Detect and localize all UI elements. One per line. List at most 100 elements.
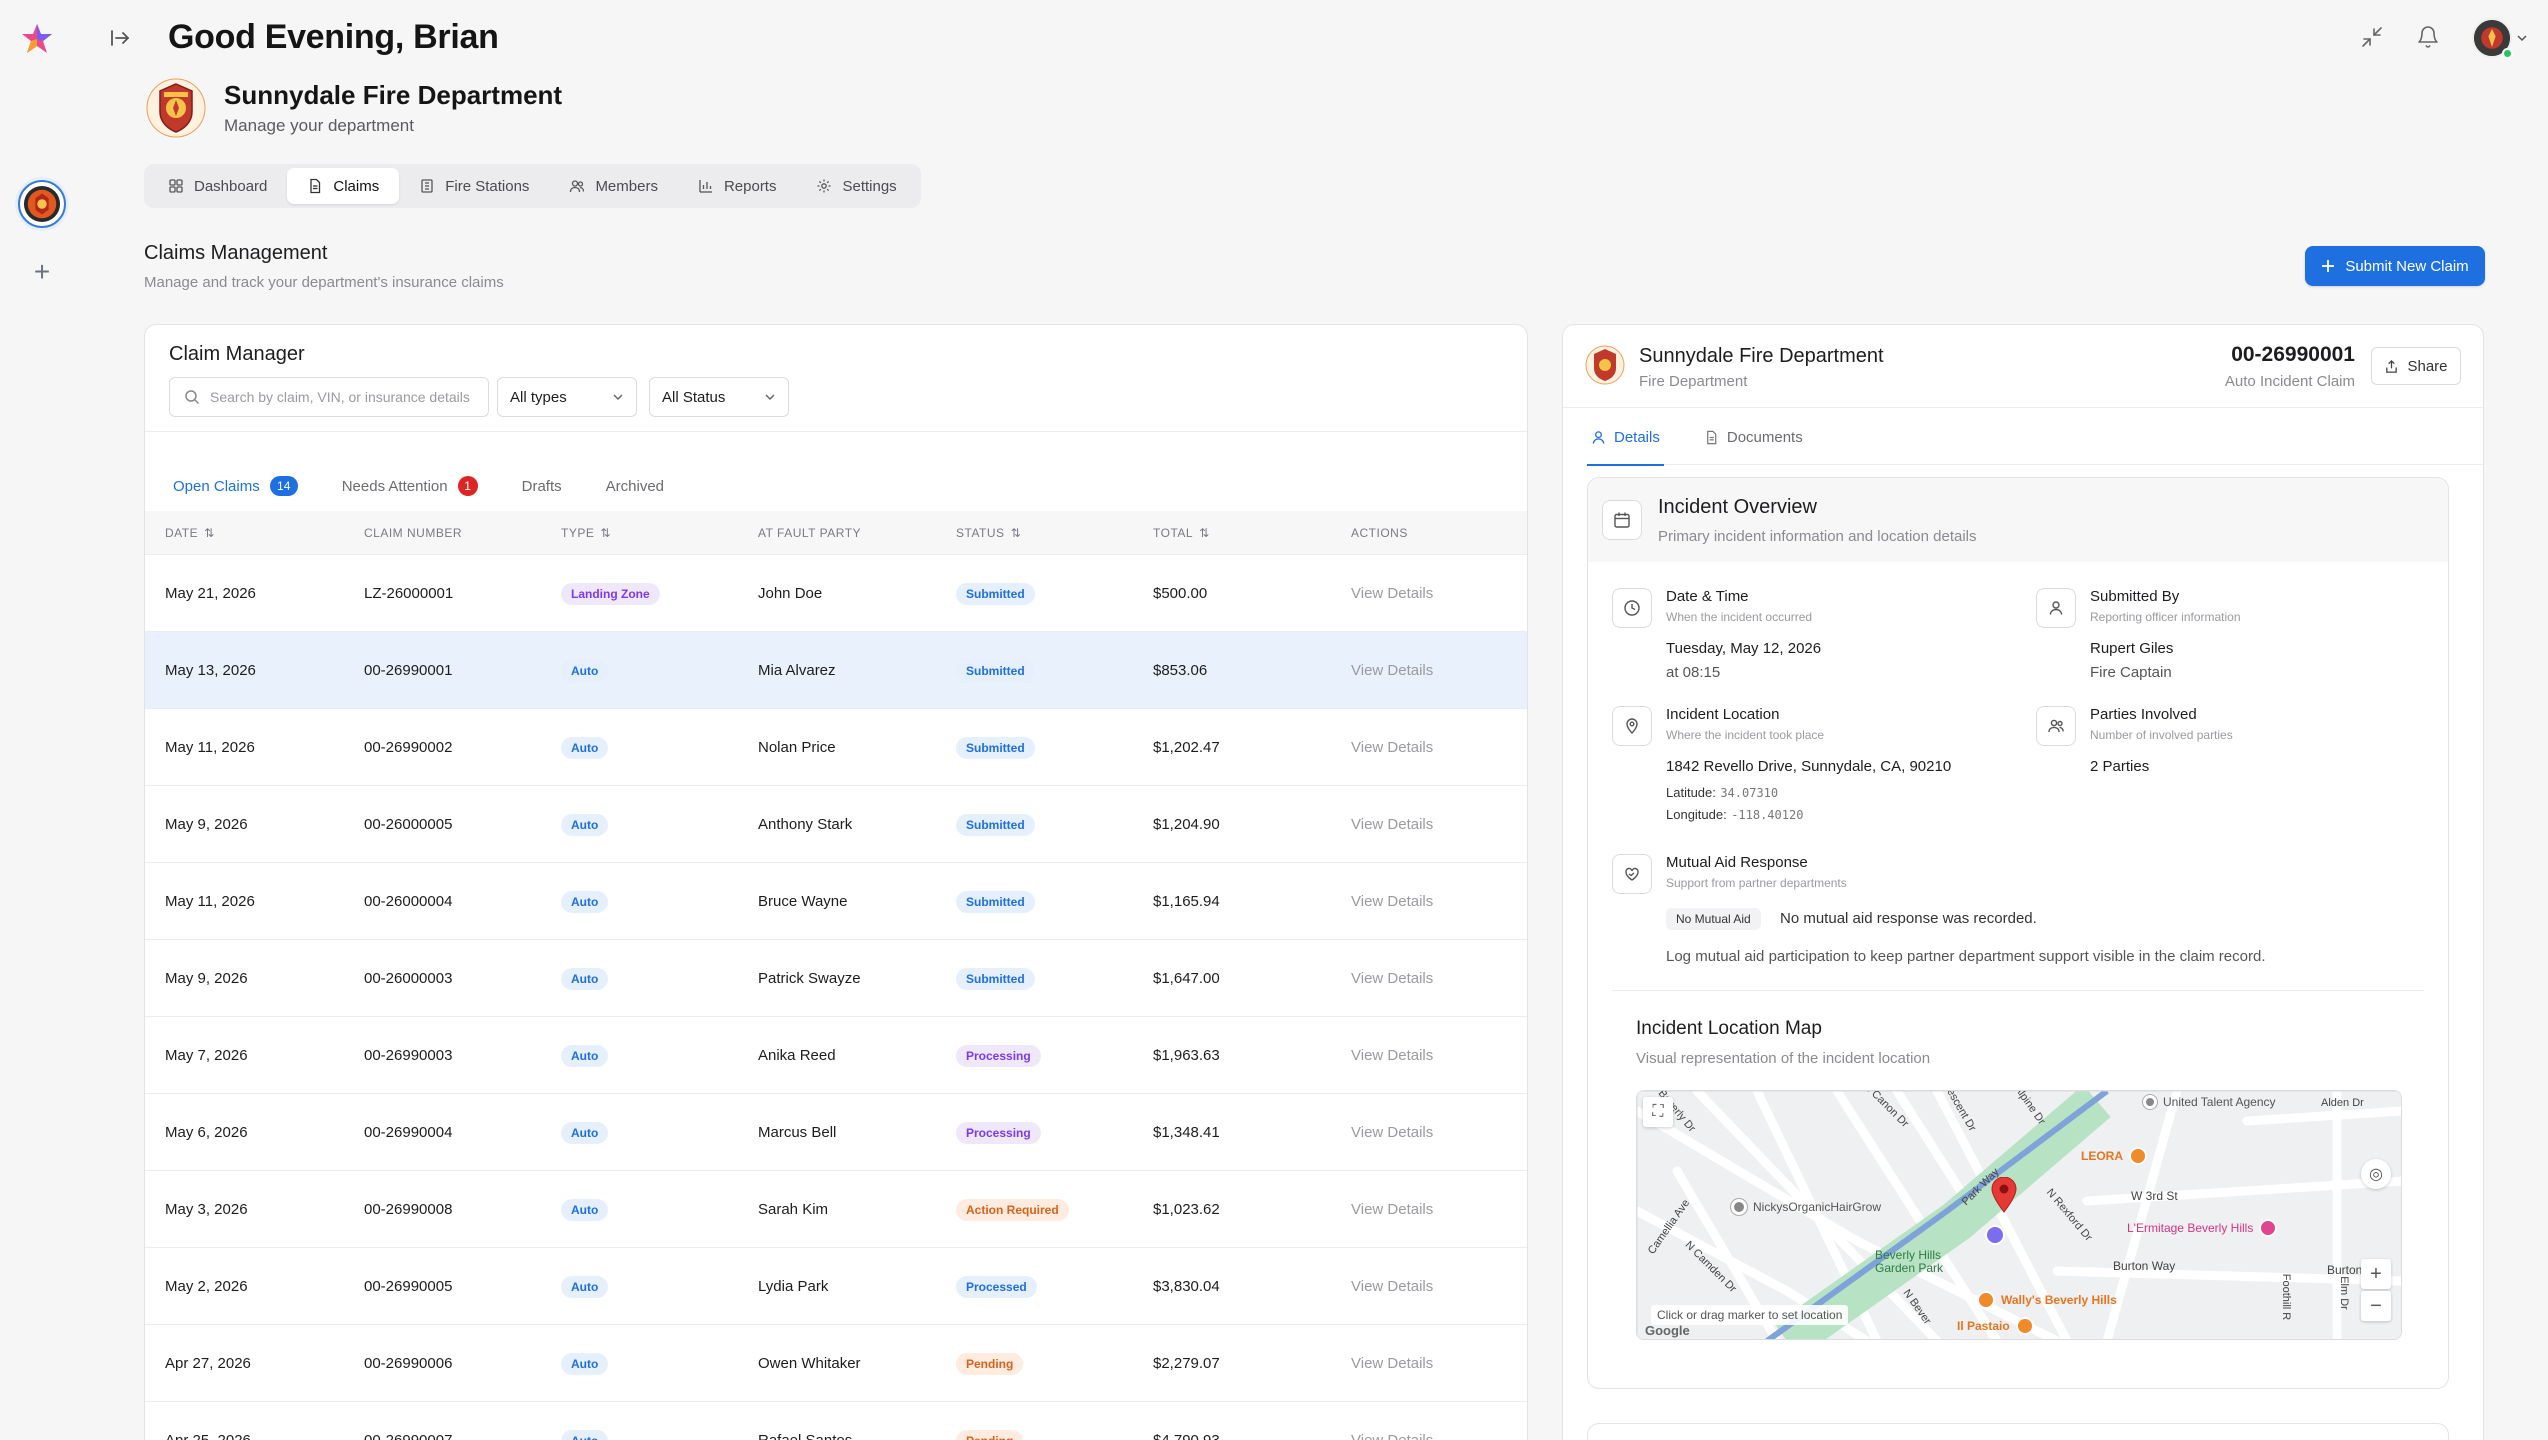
recenter-icon[interactable]: ◎ bbox=[2361, 1159, 2391, 1189]
tab-fire-stations[interactable]: Fire Stations bbox=[399, 168, 549, 204]
table-row[interactable]: May 6, 2026 00-26990004 Auto Marcus Bell Pro… bbox=[145, 1094, 1527, 1171]
cell-claim-number: 00-26990002 bbox=[364, 739, 453, 756]
collapse-arrows-icon[interactable] bbox=[2360, 25, 2386, 51]
cell-date: May 6, 2026 bbox=[165, 1124, 248, 1141]
share-button[interactable]: Share bbox=[2371, 347, 2461, 385]
cell-total: $4,790.93 bbox=[1153, 1402, 1220, 1440]
zoom-in-icon[interactable]: + bbox=[2361, 1259, 2391, 1289]
sort-icon: ⇅ bbox=[1010, 526, 1022, 540]
tab-members[interactable]: Members bbox=[549, 168, 678, 204]
chart-icon bbox=[699, 180, 712, 193]
cell-claim-number: LZ-26000001 bbox=[364, 585, 454, 602]
view-details-link[interactable]: View Details bbox=[1351, 1325, 1433, 1402]
department-switcher-icon[interactable] bbox=[18, 180, 66, 228]
status-badge: Submitted bbox=[956, 736, 1035, 759]
fullscreen-icon[interactable]: ⛶ bbox=[1643, 1097, 1673, 1127]
tab-label: Details bbox=[1614, 428, 1660, 446]
view-details-link[interactable]: View Details bbox=[1351, 1171, 1433, 1248]
status-badge: Processing bbox=[956, 1044, 1041, 1067]
add-department-icon[interactable]: + bbox=[28, 258, 56, 286]
document-icon bbox=[310, 178, 321, 194]
table-row[interactable]: Apr 27, 2026 00-26990006 Auto Owen Whitaker… bbox=[145, 1325, 1527, 1402]
view-details-link[interactable]: View Details bbox=[1351, 1094, 1433, 1171]
submit-label: Submit New Claim bbox=[2345, 257, 2469, 275]
table-row[interactable]: May 11, 2026 00-26990002 Auto Nolan Price Su… bbox=[145, 709, 1527, 786]
cell-at-fault-party: Nolan Price bbox=[758, 739, 836, 756]
column-total-header[interactable]: TOTAL ⇅ bbox=[1153, 511, 1210, 555]
submit-new-claim-button[interactable]: Submit New Claim bbox=[2305, 246, 2485, 286]
type-filter-select[interactable]: All types bbox=[497, 377, 637, 417]
map-hint: Click or drag marker to set location bbox=[1651, 1305, 1849, 1325]
table-row[interactable]: May 2, 2026 00-26990005 Auto Lydia Park Proc… bbox=[145, 1248, 1527, 1325]
cell-total: $1,647.00 bbox=[1153, 970, 1220, 987]
table-row[interactable]: May 7, 2026 00-26990003 Auto Anika Reed Proc… bbox=[145, 1017, 1527, 1094]
table-row[interactable]: May 13, 2026 00-26990001 Auto Mia Alvarez Su… bbox=[145, 632, 1527, 709]
cell-claim-number: 00-26000005 bbox=[364, 816, 453, 833]
incident-marker-icon[interactable] bbox=[1991, 1177, 2017, 1213]
incident-location-map[interactable]: N Canon Dr Crescent Dr Alpine Dr Beverly… bbox=[1636, 1090, 2402, 1340]
section-title: Claims Management bbox=[144, 242, 328, 264]
cell-at-fault-party: Owen Whitaker bbox=[758, 1355, 861, 1372]
clock-icon bbox=[1612, 588, 1652, 628]
type-badge: Auto bbox=[561, 1121, 609, 1144]
type-badge: Auto bbox=[561, 1275, 609, 1298]
user-menu[interactable] bbox=[2472, 18, 2528, 59]
google-logo: Google bbox=[1645, 1323, 1690, 1338]
cell-status: Submitted bbox=[956, 632, 1035, 709]
cell-date: May 3, 2026 bbox=[165, 1201, 248, 1218]
user-icon bbox=[2036, 588, 2076, 628]
tab-claims[interactable]: Claims bbox=[287, 168, 400, 204]
sort-icon: ⇅ bbox=[600, 526, 611, 540]
tab-dashboard[interactable]: Dashboard bbox=[148, 168, 287, 204]
datetime-hint: When the incident occurred bbox=[1666, 610, 1813, 624]
view-details-link[interactable]: View Details bbox=[1351, 940, 1433, 1017]
building-icon bbox=[421, 179, 433, 193]
tab-details[interactable]: Details bbox=[1587, 409, 1664, 466]
view-details-link[interactable]: View Details bbox=[1351, 786, 1433, 863]
cell-claim-number: 00-26990007 bbox=[364, 1402, 452, 1440]
share-label: Share bbox=[2407, 357, 2448, 375]
cell-claim-number: 00-26000003 bbox=[364, 970, 453, 987]
bell-icon[interactable] bbox=[2416, 25, 2442, 51]
sidebar-toggle-icon[interactable] bbox=[108, 26, 134, 52]
table-row[interactable]: May 21, 2026 LZ-26000001 Landing Zone John … bbox=[145, 555, 1527, 632]
poi-leora: LEORA bbox=[2081, 1147, 2147, 1165]
table-row[interactable]: May 11, 2026 00-26000004 Auto Bruce Wayne Su… bbox=[145, 863, 1527, 940]
column-status-header[interactable]: STATUS ⇅ bbox=[956, 511, 1021, 555]
view-details-link[interactable]: View Details bbox=[1351, 1402, 1433, 1440]
table-row[interactable]: May 9, 2026 00-26000005 Auto Anthony Stark S… bbox=[145, 786, 1527, 863]
map-label: NickysOrganicHairGrow bbox=[1753, 1200, 1882, 1214]
cell-type: Auto bbox=[561, 1402, 609, 1440]
detail-claim-number: 00-26990001 bbox=[2231, 343, 2355, 366]
table-row[interactable]: Apr 25, 2026 00-26990007 Auto Rafael Santos… bbox=[145, 1402, 1527, 1440]
column-date-header[interactable]: DATE ⇅ bbox=[165, 511, 215, 555]
view-details-link[interactable]: View Details bbox=[1351, 709, 1433, 786]
app-logo-icon[interactable] bbox=[20, 22, 54, 56]
status-badge: Action Required bbox=[956, 1198, 1069, 1221]
tab-reports[interactable]: Reports bbox=[678, 168, 797, 204]
view-details-link[interactable]: View Details bbox=[1351, 1017, 1433, 1094]
cell-total: $1,202.47 bbox=[1153, 739, 1220, 756]
detail-department-name: Sunnydale Fire Department bbox=[1639, 345, 1884, 367]
view-details-link[interactable]: View Details bbox=[1351, 863, 1433, 940]
view-details-link[interactable]: View Details bbox=[1351, 555, 1433, 632]
view-details-link[interactable]: View Details bbox=[1351, 632, 1433, 709]
status-filter-select[interactable]: All Status bbox=[649, 377, 789, 417]
table-row[interactable]: May 9, 2026 00-26000003 Auto Patrick Swayze… bbox=[145, 940, 1527, 1017]
table-row[interactable]: May 3, 2026 00-26990008 Auto Sarah Kim Actio… bbox=[145, 1171, 1527, 1248]
column-type-header[interactable]: TYPE ⇅ bbox=[561, 511, 611, 555]
tab-documents[interactable]: Documents bbox=[1700, 409, 1807, 465]
view-details-link[interactable]: View Details bbox=[1351, 1248, 1433, 1325]
restaurant-pin-icon bbox=[1977, 1291, 1995, 1309]
tab-label: Open Claims bbox=[173, 477, 260, 495]
tab-settings[interactable]: Settings bbox=[796, 168, 916, 204]
cell-type: Auto bbox=[561, 709, 609, 786]
zoom-out-icon[interactable]: − bbox=[2361, 1291, 2391, 1321]
search-input[interactable]: Search by claim, VIN, or insurance detai… bbox=[169, 377, 489, 417]
map-label: LEORA bbox=[2081, 1149, 2123, 1163]
cell-total: $1,348.41 bbox=[1153, 1124, 1220, 1141]
cell-type: Auto bbox=[561, 786, 609, 863]
tab-label: Fire Stations bbox=[445, 177, 530, 195]
location-pin-icon bbox=[1612, 706, 1652, 746]
cell-type: Auto bbox=[561, 1171, 609, 1248]
